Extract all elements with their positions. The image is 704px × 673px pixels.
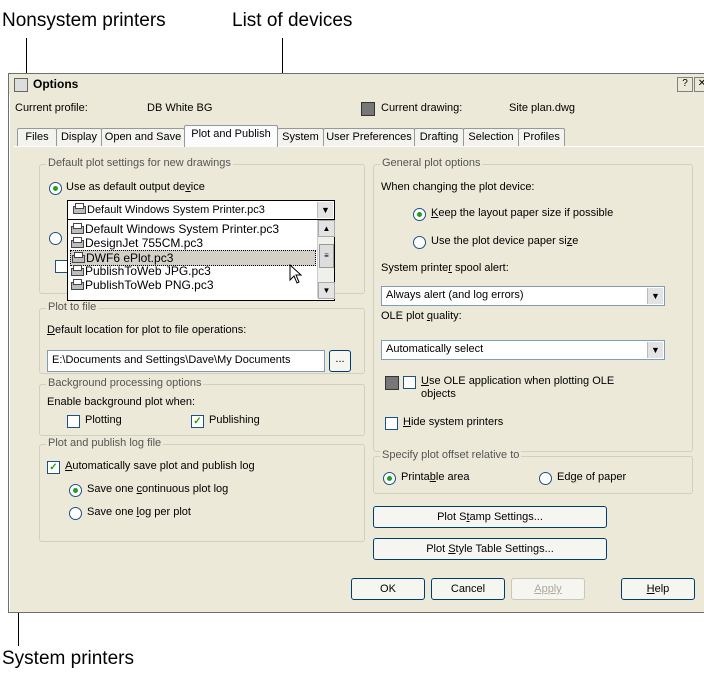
output-device-value: Default Windows System Printer.pc3 — [87, 204, 265, 216]
default-location-label: Default location for plot to file operat… — [47, 324, 247, 336]
use-last-plotter-radio[interactable] — [49, 232, 62, 245]
continuous-log-label: Save one continuous plot log — [87, 483, 229, 495]
tab-plot-and-publish[interactable]: Plot and Publish — [184, 125, 278, 147]
scroll-thumb[interactable]: ≡ — [319, 244, 334, 268]
ole-quality-select[interactable]: Automatically select ▼ — [381, 340, 665, 360]
printable-area-label: Printable area — [401, 471, 470, 483]
scroll-up-icon[interactable]: ▲ — [318, 220, 335, 237]
use-ole-app-label: Use OLE application when plotting OLE — [421, 375, 615, 387]
hide-system-printers-checkbox[interactable] — [385, 417, 398, 430]
list-item-device[interactable]: PublishToWeb JPG.pc3 — [70, 264, 211, 278]
per-plot-log-label: Save one log per plot — [87, 506, 191, 518]
callout-system-printers: System printers — [2, 648, 134, 669]
tab-system[interactable]: System — [277, 128, 324, 146]
title-bar: Options ? ✕ — [9, 74, 704, 94]
file-location-field[interactable]: E:\Documents and Settings\Dave\My Docume… — [47, 350, 325, 372]
spool-alert-label: System printer spool alert: — [381, 262, 509, 274]
use-device-paper-label: Use the plot device paper size — [431, 235, 579, 247]
ole-icon — [385, 376, 399, 390]
tab-selection[interactable]: Selection — [463, 128, 519, 146]
list-item-device[interactable]: DesignJet 755CM.pc3 — [70, 236, 203, 250]
help-button[interactable]: Help — [621, 578, 695, 600]
enable-background-label: Enable background plot when: — [47, 396, 195, 408]
printable-area-radio[interactable] — [383, 472, 396, 485]
callout-nonsystem-printers: Nonsystem printers — [2, 10, 166, 31]
group-title: Default plot settings for new drawings — [46, 157, 233, 169]
list-item-device[interactable]: PublishToWeb PNG.pc3 — [70, 278, 214, 292]
group-title: General plot options — [380, 157, 483, 169]
background-processing-group: Background processing options — [39, 377, 365, 436]
current-drawing-label: Current drawing: — [381, 102, 463, 114]
edge-of-paper-radio[interactable] — [539, 472, 552, 485]
output-device-combo[interactable]: Default Windows System Printer.pc3 ▼ — [67, 200, 335, 220]
tab-user-preferences[interactable]: User Preferences — [323, 128, 415, 146]
chevron-down-icon[interactable]: ▼ — [647, 288, 663, 304]
chevron-down-icon[interactable]: ▼ — [317, 202, 333, 218]
ole-quality-label: OLE plot quality: — [381, 310, 462, 322]
current-profile-label: Current profile: — [15, 102, 88, 114]
keep-layout-paper-label: Keep the layout paper size if possible — [431, 207, 614, 219]
printer-icon — [72, 203, 86, 214]
dialog-title: Options — [33, 77, 79, 91]
close-icon[interactable]: ✕ — [694, 77, 704, 92]
plotting-checkbox[interactable] — [67, 415, 80, 428]
scroll-down-icon[interactable]: ▼ — [318, 282, 335, 299]
printer-icon — [70, 265, 84, 276]
callout-list-of-devices: List of devices — [232, 10, 353, 31]
printer-icon — [70, 279, 84, 290]
printer-icon — [71, 252, 85, 263]
tab-strip-line — [13, 146, 704, 147]
current-profile-value: DB White BG — [147, 102, 213, 114]
device-list-scrollbar[interactable]: ▲ ≡ ▼ — [317, 220, 335, 299]
browse-button[interactable]: ... — [329, 350, 351, 372]
group-title: Specify plot offset relative to — [380, 449, 522, 461]
mouse-cursor-icon — [289, 264, 303, 284]
keep-layout-paper-radio[interactable] — [413, 208, 426, 221]
current-drawing-value: Site plan.dwg — [509, 102, 576, 114]
tab-open-and-save[interactable]: Open and Save — [101, 128, 185, 146]
options-dialog: Options ? ✕ Current profile: DB White BG… — [8, 73, 704, 613]
app-icon — [14, 78, 28, 92]
group-title: Plot to file — [46, 301, 99, 313]
publishing-label: Publishing — [209, 414, 260, 426]
list-item-device[interactable]: Default Windows System Printer.pc3 — [70, 222, 279, 236]
drawing-icon — [361, 102, 375, 116]
group-title: Plot and publish log file — [46, 437, 164, 449]
printer-icon — [70, 237, 84, 248]
use-default-output-radio[interactable] — [49, 182, 62, 195]
ok-button[interactable]: OK — [351, 578, 425, 600]
publishing-checkbox[interactable]: ✓ — [191, 415, 204, 428]
per-plot-log-radio[interactable] — [69, 507, 82, 520]
tab-display[interactable]: Display — [56, 128, 102, 146]
apply-button[interactable]: Apply — [511, 578, 585, 600]
auto-save-log-label: Automatically save plot and publish log — [65, 460, 255, 472]
changing-device-label: When changing the plot device: — [381, 181, 535, 193]
plot-style-table-settings-button[interactable]: Plot Style Table Settings... — [373, 538, 607, 560]
device-list[interactable]: Default Windows System Printer.pc3 Desig… — [67, 219, 335, 301]
cancel-button[interactable]: Cancel — [431, 578, 505, 600]
tab-files[interactable]: Files — [17, 128, 57, 146]
edge-of-paper-label: Edge of paper — [557, 471, 627, 483]
auto-save-log-checkbox[interactable]: ✓ — [47, 461, 60, 474]
tab-profiles[interactable]: Profiles — [518, 128, 565, 146]
group-title: Background processing options — [46, 377, 204, 389]
plotting-label: Plotting — [85, 414, 122, 426]
use-default-output-label: Use as default output device — [66, 181, 205, 193]
use-ole-app-label-line2: objects — [421, 388, 456, 400]
spool-alert-select[interactable]: Always alert (and log errors) ▼ — [381, 286, 665, 306]
chevron-down-icon[interactable]: ▼ — [647, 342, 663, 358]
continuous-log-radio[interactable] — [69, 484, 82, 497]
tab-drafting[interactable]: Drafting — [414, 128, 464, 146]
printer-icon — [70, 223, 84, 234]
use-device-paper-radio[interactable] — [413, 236, 426, 249]
plot-stamp-settings-button[interactable]: Plot Stamp Settings... — [373, 506, 607, 528]
hide-system-printers-label: Hide system printers — [403, 416, 504, 428]
help-icon[interactable]: ? — [677, 77, 693, 92]
use-ole-app-checkbox[interactable] — [403, 376, 416, 389]
